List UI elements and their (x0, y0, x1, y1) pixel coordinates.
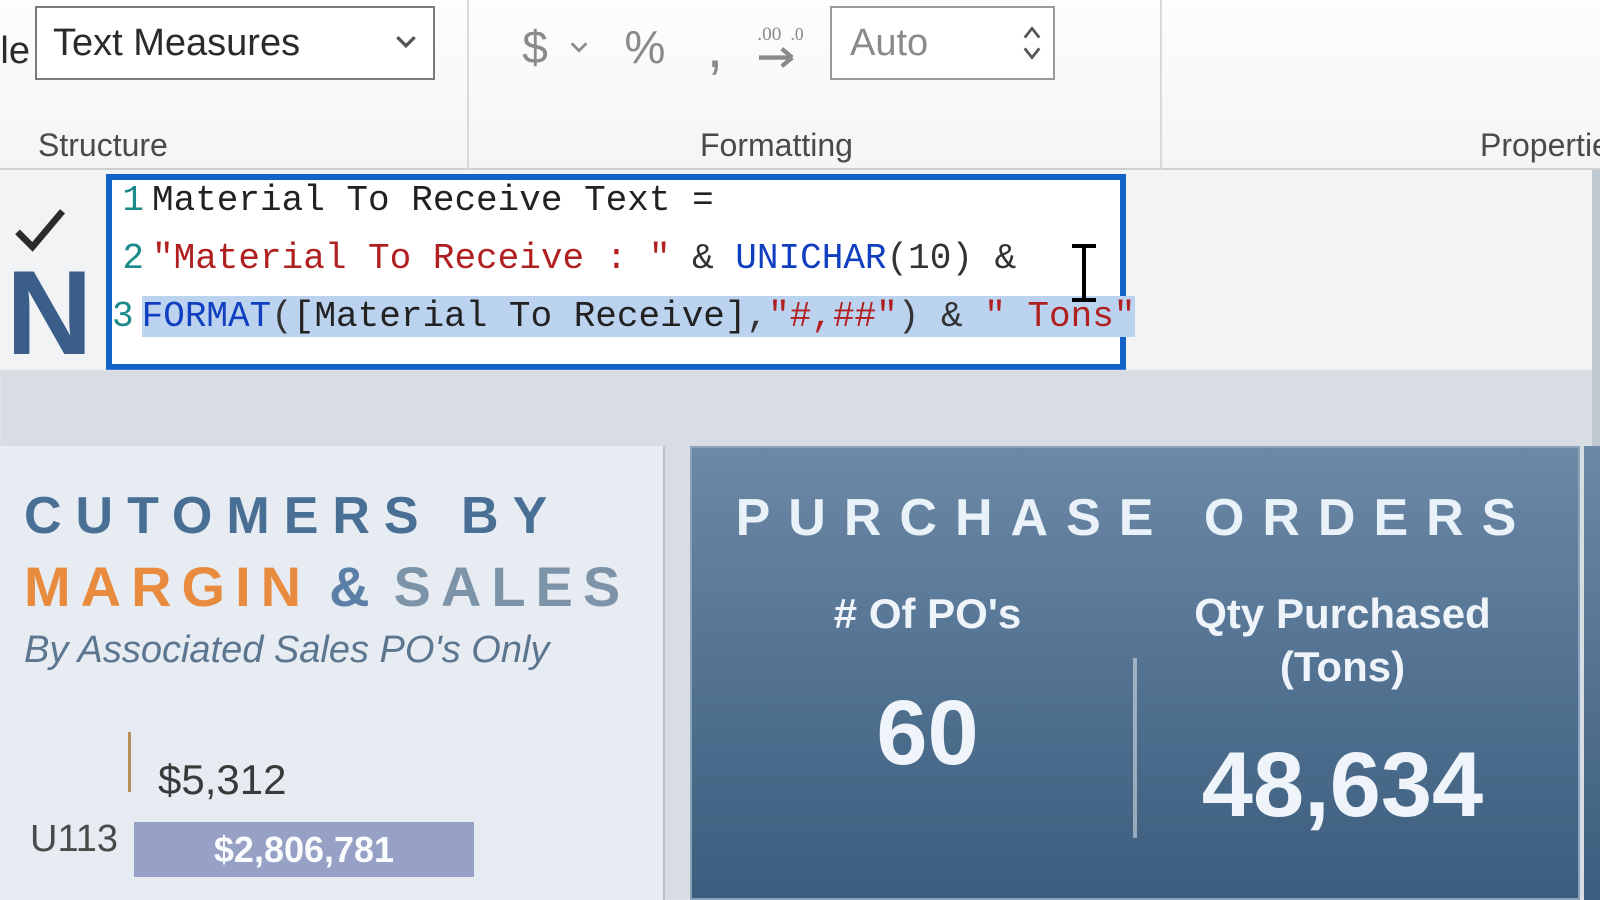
decrease-decimal-button[interactable]: .00 .0 (745, 12, 815, 82)
card-title-sales: SALES (394, 554, 631, 619)
svg-text:.0: .0 (791, 24, 804, 44)
svg-text:.00: .00 (757, 24, 781, 45)
ribbon-group-divider (467, 0, 469, 170)
kpi-header: # Of PO's (834, 588, 1021, 641)
kpi-value: 48,634 (1202, 733, 1483, 838)
chart-axis-tick (128, 732, 131, 792)
bar-chart-area: $5,312 U113 $2,806,781 (24, 732, 639, 872)
text-cursor-icon (1082, 246, 1086, 300)
kpi-column-po-count: # Of PO's 60 (722, 588, 1133, 888)
ribbon-group-label-formatting: Formatting (700, 127, 853, 164)
formula-line-3[interactable]: FORMAT([Material To Receive],"#,##") & "… (142, 296, 1136, 337)
kpi-value: 60 (876, 681, 978, 786)
formula-bar[interactable]: 1 Material To Receive Text = 2 "Material… (106, 174, 1126, 370)
card-title: PURCHASE ORDERS (722, 488, 1548, 548)
bar-row-label: U113 (30, 818, 118, 861)
ribbon-toolbar: le Text Measures Structure Formatting Pr… (0, 0, 1600, 170)
kpi-header: Qty Purchased (Tons) (1194, 588, 1490, 693)
home-table-value: Text Measures (53, 22, 300, 65)
home-table-dropdown[interactable]: Text Measures (35, 6, 435, 80)
ribbon-group-label-structure: Structure (38, 127, 168, 164)
formula-line-1[interactable]: Material To Receive Text = (152, 180, 714, 221)
home-table-label-fragment: le (0, 30, 30, 73)
decimal-places-input[interactable]: Auto (830, 6, 1055, 80)
card-title-line1: CUTOMERS BY (24, 486, 561, 546)
bar-segment: $2,806,781 (134, 822, 474, 877)
card-customers-by-margin[interactable]: CUTOMERS BY MARGIN & SALES By Associated… (0, 446, 665, 900)
currency-format-dropdown[interactable] (565, 12, 593, 82)
canvas-background-letter: N (6, 244, 116, 382)
card-purchase-orders[interactable]: PURCHASE ORDERS # Of PO's 60 Qty Purchas… (690, 446, 1580, 900)
thousands-separator-button[interactable]: , (695, 12, 735, 82)
kpi-column-qty: Qty Purchased (Tons) 48,634 (1137, 588, 1548, 888)
card-edge-peek (1584, 446, 1600, 900)
bar-value-large: $2,806,781 (214, 829, 394, 871)
ribbon-group-divider (1160, 0, 1162, 170)
decimal-places-value: Auto (850, 22, 928, 65)
line-number: 2 (112, 238, 152, 279)
formula-line-2[interactable]: "Material To Receive : " & UNICHAR(10) & (152, 238, 1016, 279)
line-number: 1 (112, 180, 152, 221)
bar-value-small: $5,312 (158, 756, 286, 804)
card-title-ampersand: & (329, 554, 375, 619)
chevron-down-icon (393, 22, 419, 65)
percent-format-button[interactable]: % (615, 12, 675, 82)
line-number: 3 (112, 296, 142, 337)
ribbon-group-label-properties: Propertie (1480, 127, 1600, 164)
card-title-margin: MARGIN (24, 554, 311, 619)
spinner-icon[interactable] (1021, 26, 1043, 60)
currency-format-button[interactable]: $ (510, 12, 560, 82)
card-subtitle: By Associated Sales PO's Only (24, 629, 639, 672)
